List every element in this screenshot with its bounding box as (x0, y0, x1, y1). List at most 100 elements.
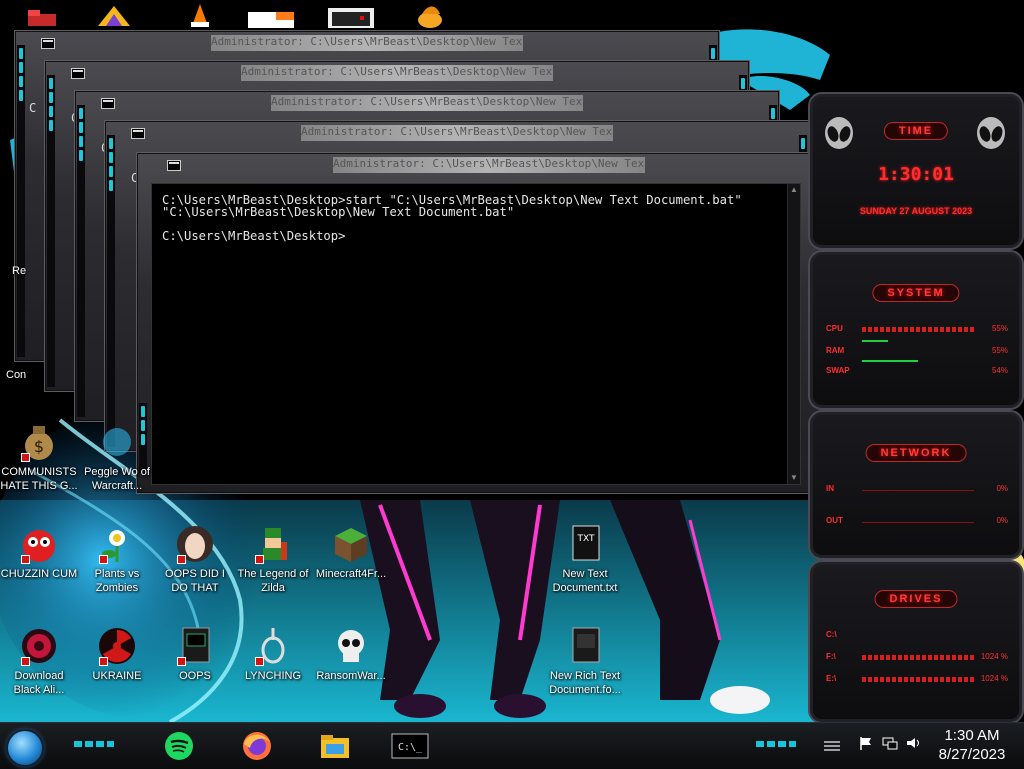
console-prompt-line: C:\Users\MrBeast\Desktop> (162, 229, 346, 243)
console-window-main[interactable]: Administrator: C:\Users\MrBeast\Desktop\… (136, 152, 842, 494)
console-system-icon[interactable] (41, 38, 55, 49)
console-title: Administrator: C:\Users\MrBeast\Desktop\… (301, 125, 613, 141)
console-system-icon[interactable] (167, 160, 181, 171)
cpu-label: CPU (826, 324, 843, 333)
desktop-icon-label: Minecraft4Fr... (315, 568, 387, 580)
desktop-icon[interactable]: UKRAINE (78, 626, 156, 683)
noose-icon (253, 626, 293, 666)
network-widget: NETWORK IN 0% OUT 0% (808, 410, 1024, 560)
desktop-icon[interactable]: RansomWar... (312, 626, 390, 683)
desktop-icon-label: COMMUNISTS HATE THIS G... (0, 466, 78, 492)
desktop-icon[interactable]: New Rich Text Document.fo... (546, 626, 624, 697)
desktop-icon-label: Download Black Ali... (13, 670, 65, 696)
console-scrollbar[interactable]: ▲ ▼ (787, 184, 800, 484)
desktop-icon[interactable]: Minecraft4Fr... (312, 524, 390, 581)
desktop-icon[interactable]: LYNCHING (234, 626, 312, 683)
desktop-icon[interactable]: OOPS DID I DO THAT (156, 524, 234, 595)
text-file-icon: TXT (565, 524, 605, 564)
network-out-label: OUT (826, 516, 843, 525)
taskbar-decoration (756, 741, 796, 747)
system-widget-header: SYSTEM (872, 284, 960, 302)
file-explorer-icon[interactable] (318, 730, 352, 762)
show-hidden-icons-icon[interactable] (822, 739, 842, 753)
desktop-icon[interactable]: OOPS (156, 626, 234, 683)
scroll-down-arrow-icon[interactable]: ▼ (790, 474, 798, 482)
drive-label: F:\ (826, 652, 836, 661)
radiation-icon (97, 626, 137, 666)
console-title: Administrator: C:\Users\MrBeast\Desktop\… (333, 157, 645, 173)
taskbar-clock-time[interactable]: 1:30 AM (936, 727, 1008, 744)
network-in-value: 0% (996, 484, 1008, 493)
vlc-icon[interactable] (182, 2, 218, 28)
firefox-icon[interactable] (240, 730, 274, 762)
volume-icon[interactable] (905, 736, 921, 750)
spotify-icon[interactable] (162, 730, 196, 762)
console-system-icon[interactable] (71, 68, 85, 79)
start-button[interactable] (8, 731, 42, 765)
network-out-graph (862, 522, 974, 523)
console-system-icon[interactable] (101, 98, 115, 109)
partial-game-icon[interactable] (414, 2, 450, 28)
skull-icon (331, 626, 371, 666)
desktop-icon[interactable]: Plants vs Zombies (78, 524, 156, 595)
taskbar-clock-date[interactable]: 8/27/2023 (930, 746, 1014, 763)
window-frame-rail (107, 135, 115, 447)
desktop-icon-label: OOPS DID I DO THAT (165, 568, 225, 594)
peggle-icon (97, 422, 137, 462)
widget-date: SUNDAY 27 AUGUST 2023 (859, 206, 973, 216)
grass-block-icon (331, 524, 371, 564)
console-titlebar[interactable]: Administrator: C:\Users\MrBeast\Desktop\… (45, 61, 749, 85)
swap-value: 54% (991, 366, 1008, 375)
command-prompt-icon[interactable]: C:\_ (390, 730, 430, 762)
desktop-icon[interactable]: Peggle Wo of Warcraft... (78, 422, 156, 493)
drive-label: E:\ (826, 674, 837, 683)
desktop-icon-label: The Legend of Zilda (237, 568, 309, 594)
partial-window-icon[interactable] (326, 2, 374, 28)
desktop-icon-label: New Text Document.txt (552, 568, 618, 594)
desktop-icon[interactable]: The Legend of Zilda (234, 524, 312, 595)
desktop-icon[interactable]: Download Black Ali... (0, 626, 78, 697)
desktop-icon-label: RansomWar... (316, 670, 386, 682)
network-out-row: OUT 0% (826, 516, 1008, 528)
drive-label: C:\ (826, 630, 837, 639)
svg-text:$: $ (34, 437, 44, 456)
desktop-icon-label: New Rich Text Document.fo... (549, 670, 621, 696)
cpu-bar (862, 327, 974, 332)
console-output-area[interactable]: C:\Users\MrBeast\Desktop>start "C:\Users… (151, 183, 801, 485)
console-edge-text: C (29, 101, 37, 115)
time-widget: TIME 1:30:01 SUNDAY 27 AUGUST 2023 (808, 92, 1024, 250)
console-titlebar[interactable]: Administrator: C:\Users\MrBeast\Desktop\… (137, 153, 841, 177)
ram-row: RAM 55% (826, 340, 1008, 358)
portrait-icon (175, 524, 215, 564)
console-titlebar[interactable]: Administrator: C:\Users\MrBeast\Desktop\… (105, 121, 809, 145)
chuzzle-icon (19, 524, 59, 564)
ram-label: RAM (826, 346, 845, 355)
partial-app-icon[interactable] (96, 2, 132, 28)
pixel-hero-icon (253, 524, 293, 564)
ram-value: 55% (991, 346, 1008, 355)
partial-folder-icon[interactable] (24, 2, 60, 28)
window-frame-rail (77, 105, 85, 417)
network-in-graph (862, 490, 974, 491)
console-system-icon[interactable] (131, 128, 145, 139)
svg-text:C:\_: C:\_ (398, 742, 423, 753)
cpu-row: CPU 55% (826, 324, 1008, 336)
desktop-icon[interactable]: CHUZZIN CUM (0, 524, 78, 581)
drive-row: F:\ 1024 % (826, 652, 1008, 664)
desktop-icon-label-partial[interactable]: Re (12, 265, 26, 277)
drives-widget: DRIVES C:\ F:\ 1024 % E:\ 1024 % (808, 560, 1024, 724)
cpu-value: 55% (991, 324, 1008, 333)
desktop-icon-label: OOPS (179, 670, 211, 682)
desktop-icon-label: LYNCHING (244, 670, 302, 682)
drive-usage-bar (862, 655, 974, 660)
action-center-flag-icon[interactable] (858, 736, 874, 750)
console-titlebar[interactable]: Administrator: C:\Users\MrBeast\Desktop\… (75, 91, 779, 115)
ram-graph (862, 340, 888, 342)
desktop-icon[interactable]: TXT New Text Document.txt (546, 524, 624, 595)
desktop-icon[interactable]: $ COMMUNISTS HATE THIS G... (0, 422, 78, 493)
network-icon[interactable] (882, 736, 898, 750)
scroll-up-arrow-icon[interactable]: ▲ (790, 186, 798, 194)
console-titlebar[interactable]: Administrator: C:\Users\MrBeast\Desktop\… (15, 31, 719, 55)
partial-file-icon[interactable] (246, 2, 294, 28)
desktop-icon-label-partial[interactable]: Con (6, 369, 26, 381)
